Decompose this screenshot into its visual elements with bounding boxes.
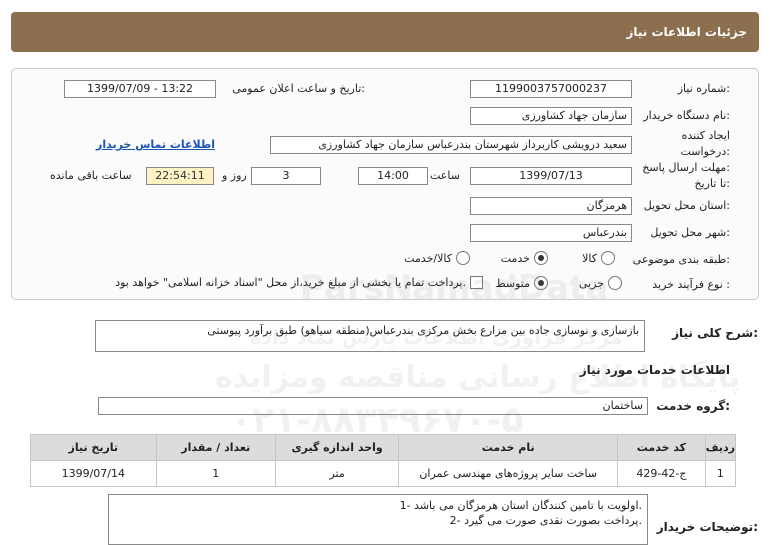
summary-text: بازسازی و نوسازی جاده بین مزارع بخش مرکز… — [207, 324, 639, 337]
process-minor-radio[interactable] — [608, 276, 622, 290]
buyer-contact-link[interactable]: اطلاعات تماس خریدار — [96, 138, 215, 151]
col-header-need-date: تاریخ نیاز — [30, 434, 157, 461]
services-table: ردیف کد خدمت نام خدمت واحد اندازه گیری ت… — [30, 434, 737, 487]
requester-label-line1: ایجاد کننده — [681, 129, 730, 142]
announce-datetime-label: تاریخ و ساعت اعلان عمومی: — [232, 82, 365, 95]
need-number-label: شماره نیاز: — [677, 82, 730, 95]
col-header-quantity: تعداد / مقدار — [155, 434, 276, 461]
buyer-org-label: نام دستگاه خریدار: — [643, 109, 730, 122]
service-group-field: ساختمان — [98, 397, 648, 415]
category-option-service[interactable]: خدمت — [501, 251, 548, 265]
page-header: جزئیات اطلاعات نیاز — [11, 12, 759, 52]
process-option-minor[interactable]: جزیی — [579, 276, 622, 290]
payment-treasury-checkbox[interactable] — [470, 276, 483, 289]
process-medium-text: متوسط — [495, 276, 530, 290]
cell-need-date: 1399/07/14 — [30, 460, 157, 487]
deadline-label-line1: مهلت ارسال پاسخ: — [642, 161, 730, 174]
cell-unit: متر — [274, 460, 400, 487]
requester-field: سعید درویشی کاربرداز شهرستان بندرعباس سا… — [270, 136, 632, 154]
category-goods-service-radio[interactable] — [456, 251, 470, 265]
buyer-notes-label: توضیحات خریدار: — [656, 520, 758, 534]
buyer-note-line-1: 1- اولویت با تامین کنندگان استان هرمزگان… — [399, 499, 642, 512]
buyer-note-line-2: 2- پرداخت بصورت نقدی صورت می گیرد. — [449, 514, 642, 527]
need-number-field: 1199003757000237 — [470, 80, 632, 98]
deadline-label-line2: تا تاریخ: — [694, 177, 730, 190]
page-title: جزئیات اطلاعات نیاز — [626, 25, 747, 39]
deadline-date-field: 1399/07/13 — [470, 167, 632, 185]
process-medium-radio[interactable] — [534, 276, 548, 290]
summary-label: شرح کلی نیاز: — [672, 326, 758, 340]
requester-label-line2: درخواست: — [680, 145, 731, 158]
process-minor-text: جزیی — [578, 276, 604, 290]
category-service-radio[interactable] — [534, 251, 548, 265]
buyer-notes-box: 1- اولویت با تامین کنندگان استان هرمزگان… — [108, 494, 648, 545]
payment-treasury-option[interactable]: پرداخت تمام یا بخشی از مبلغ خرید،از محل … — [115, 276, 483, 289]
process-label: نوع فرآیند خرید : — [652, 278, 730, 291]
table-header-row: ردیف کد خدمت نام خدمت واحد اندازه گیری ت… — [30, 434, 737, 461]
days-remaining-field: 3 — [251, 167, 321, 185]
city-label: شهر محل تحویل: — [650, 226, 730, 239]
category-label: طبقه بندی موضوعی: — [632, 253, 730, 266]
cell-service-code: ج-42-429 — [617, 460, 706, 487]
col-header-service-code: کد خدمت — [617, 434, 706, 461]
category-service-text: خدمت — [500, 251, 530, 265]
city-field: بندرعباس — [470, 224, 632, 242]
countdown-timer: 22:54:11 — [146, 167, 214, 185]
cell-service-name: ساخت سایر پروژه‌های مهندسی عمران — [398, 460, 619, 487]
category-option-goods[interactable]: کالا — [582, 251, 615, 265]
services-section-title: اطلاعات خدمات مورد نیاز — [579, 363, 730, 377]
announce-datetime-field: 1399/07/09 - 13:22 — [64, 80, 216, 98]
process-option-medium[interactable]: متوسط — [495, 276, 548, 290]
cell-row-number: 1 — [704, 460, 737, 487]
col-header-unit: واحد اندازه گیری — [274, 434, 400, 461]
days-label: روز و — [222, 169, 247, 182]
payment-treasury-text: پرداخت تمام یا بخشی از مبلغ خرید،از محل … — [115, 276, 466, 289]
service-group-label: گروه خدمت: — [656, 399, 730, 413]
category-goods-service-text: کالا/خدمت — [404, 251, 452, 265]
category-option-goods-service[interactable]: کالا/خدمت — [404, 251, 470, 265]
countdown-label: ساعت باقی مانده — [50, 169, 132, 182]
col-header-row-number: ردیف — [704, 434, 737, 461]
buyer-org-field: سازمان جهاد کشاورزی — [470, 107, 632, 125]
province-field: هرمزگان — [470, 197, 632, 215]
col-header-service-name: نام خدمت — [398, 434, 619, 461]
summary-box: بازسازی و نوسازی جاده بین مزارع بخش مرکز… — [95, 320, 645, 352]
deadline-time-label: ساعت — [430, 169, 460, 182]
province-label: استان محل تحویل: — [643, 199, 730, 212]
category-goods-radio[interactable] — [601, 251, 615, 265]
category-goods-text: کالا — [582, 251, 597, 265]
deadline-time-field: 14:00 — [358, 167, 428, 185]
cell-quantity: 1 — [155, 460, 276, 487]
table-row: 1 ج-42-429 ساخت سایر پروژه‌های مهندسی عم… — [30, 460, 737, 487]
